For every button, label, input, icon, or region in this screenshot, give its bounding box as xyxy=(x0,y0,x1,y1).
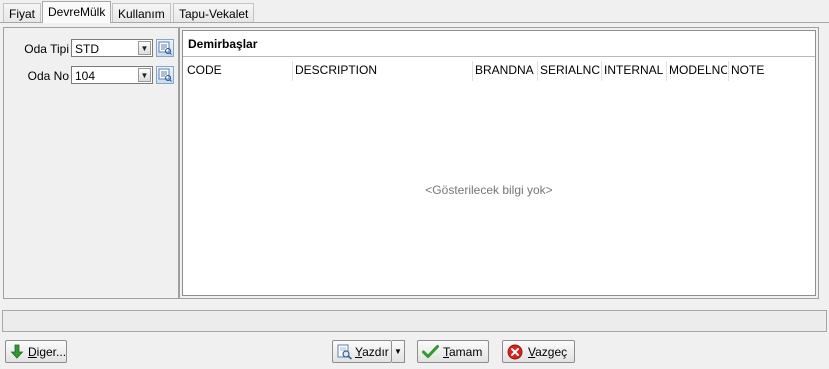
column-header-brandname[interactable]: BRANDNA xyxy=(473,63,535,77)
diger-label-rest: iger... xyxy=(36,345,67,359)
chevron-down-icon[interactable]: ▼ xyxy=(138,41,151,55)
diger-label: Diger... xyxy=(28,345,66,359)
tab-fiyat[interactable]: Fiyat xyxy=(3,3,42,23)
chevron-down-icon: ▼ xyxy=(394,347,402,356)
oda-tipi-row: Oda Tipi STD ▼ xyxy=(4,38,180,58)
grid-title: Demirbaşlar xyxy=(188,37,258,51)
print-preview-icon xyxy=(337,344,353,363)
green-down-arrow-icon xyxy=(10,344,24,362)
tab-label: DevreMülk xyxy=(48,5,106,19)
column-header-description[interactable]: DESCRIPTION xyxy=(293,63,471,77)
yazdir-dropdown-button[interactable]: ▼ xyxy=(392,340,405,363)
lookup-list-icon xyxy=(158,68,172,82)
lookup-list-icon xyxy=(158,41,172,55)
yazdir-label-rest: azdır xyxy=(362,345,389,359)
oda-tipi-combo[interactable]: STD ▼ xyxy=(71,39,153,57)
oda-no-lookup-button[interactable] xyxy=(156,66,174,84)
tab-bar: Fiyat DevreMülk Kullanım Tapu-Vekalet xyxy=(0,0,829,23)
tab-label: Tapu-Vekalet xyxy=(179,7,249,21)
chevron-down-icon[interactable]: ▼ xyxy=(138,68,151,82)
oda-no-label: Oda No xyxy=(27,69,69,83)
oda-no-value: 104 xyxy=(75,69,96,83)
oda-no-combo[interactable]: 104 ▼ xyxy=(71,66,153,84)
fixtures-grid[interactable]: Demirbaşlar CODE DESCRIPTION BRANDNA SER… xyxy=(182,30,816,296)
column-header-internal[interactable]: INTERNAL xyxy=(602,63,665,77)
red-cancel-icon xyxy=(507,344,523,363)
room-filter-panel: Oda Tipi STD ▼ Oda No 104 ▼ xyxy=(3,27,179,299)
column-header-code[interactable]: CODE xyxy=(185,63,290,77)
column-header-note[interactable]: NOTE xyxy=(729,63,809,77)
oda-tipi-value: STD xyxy=(75,42,99,56)
grid-header: CODE DESCRIPTION BRANDNA SERIALNC INTERN… xyxy=(183,59,815,81)
vazgec-label-rest: azgeç xyxy=(535,345,568,359)
status-bar xyxy=(2,310,827,332)
divider xyxy=(183,56,815,57)
vazgec-button[interactable]: Vazgeç xyxy=(502,340,575,363)
yazdir-label: Yazdır xyxy=(355,345,389,359)
diger-mnemonic: D xyxy=(28,345,37,359)
diger-button[interactable]: Diger... xyxy=(5,340,67,363)
oda-no-row: Oda No 104 ▼ xyxy=(4,65,180,85)
column-header-modelno[interactable]: MODELNC xyxy=(667,63,727,77)
vazgec-label: Vazgeç xyxy=(528,345,567,359)
column-header-serialno[interactable]: SERIALNC xyxy=(538,63,600,77)
fixtures-panel: Demirbaşlar CODE DESCRIPTION BRANDNA SER… xyxy=(179,27,819,299)
empty-grid-message: <Gösterilecek bilgi yok> xyxy=(425,183,553,197)
tab-label: Kullanım xyxy=(118,7,165,21)
tamam-button[interactable]: Tamam xyxy=(417,340,489,363)
green-check-icon xyxy=(422,344,439,362)
tab-tapu-vekalet[interactable]: Tapu-Vekalet xyxy=(173,3,255,23)
oda-tipi-label: Oda Tipi xyxy=(24,42,69,56)
tab-label: Fiyat xyxy=(9,7,36,21)
yazdir-button[interactable]: Yazdır xyxy=(332,340,392,363)
oda-tipi-lookup-button[interactable] xyxy=(156,39,174,57)
tab-kullanim[interactable]: Kullanım xyxy=(112,3,171,23)
tamam-label: Tamam xyxy=(443,345,482,359)
tab-devremulk[interactable]: DevreMülk xyxy=(42,1,112,23)
tamam-label-rest: amam xyxy=(449,345,483,359)
